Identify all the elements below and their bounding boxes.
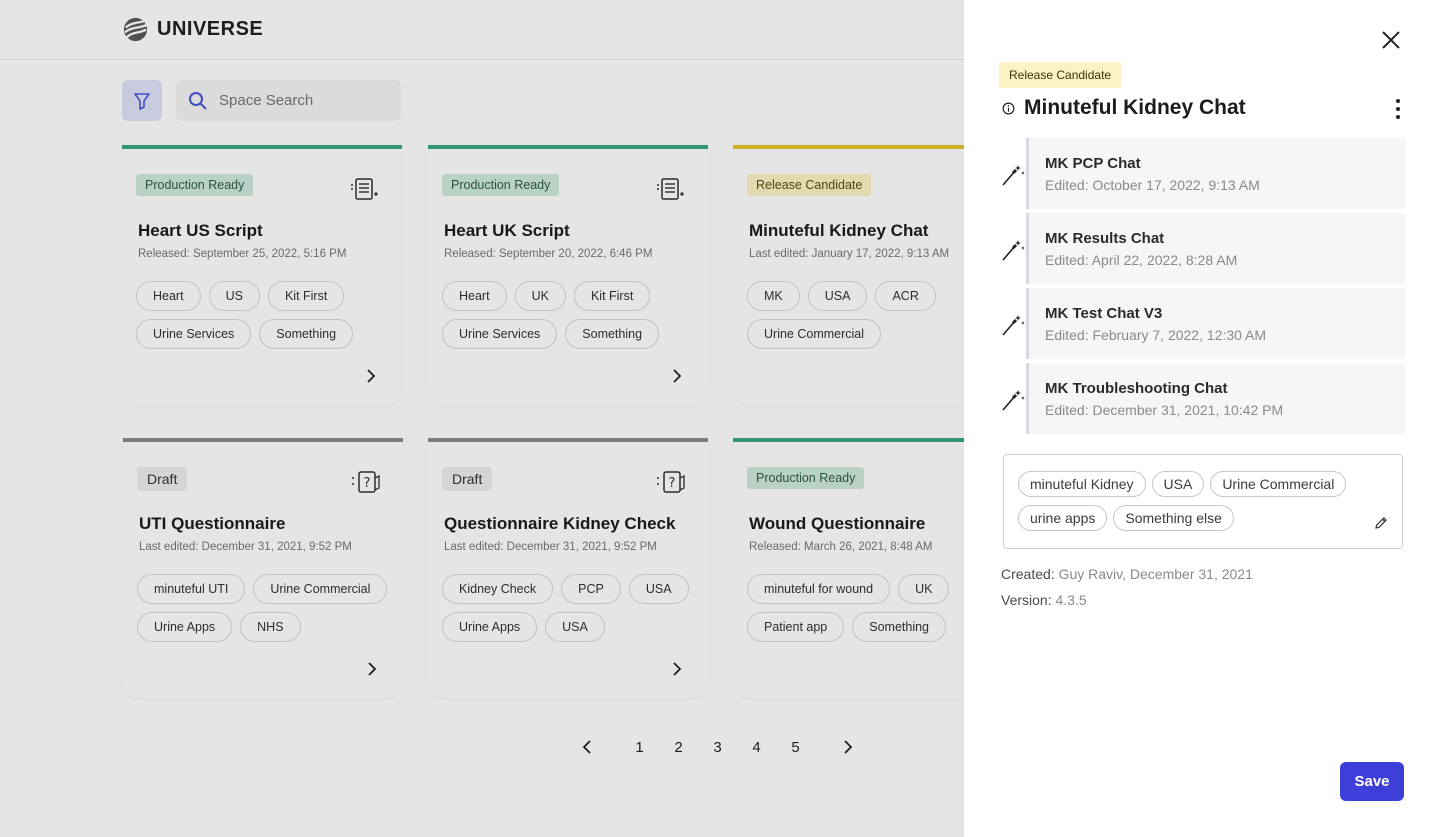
magic-wand-icon bbox=[1002, 165, 1025, 186]
version-value: 4.3.5 bbox=[1055, 592, 1087, 608]
chat-row: MK Test Chat V3 Edited: February 7, 2022… bbox=[1000, 288, 1406, 363]
magic-wand-icon bbox=[1002, 240, 1025, 261]
tag[interactable]: minuteful Kidney bbox=[1018, 471, 1146, 497]
chat-edited-date: Edited: October 17, 2022, 9:13 AM bbox=[1045, 177, 1260, 193]
chat-list: MK PCP Chat Edited: October 17, 2022, 9:… bbox=[1000, 138, 1406, 438]
chat-item[interactable]: MK Troubleshooting Chat Edited: December… bbox=[1026, 363, 1406, 434]
chat-row: MK PCP Chat Edited: October 17, 2022, 9:… bbox=[1000, 138, 1406, 213]
drawer-title-row: Minuteful Kidney Chat bbox=[1002, 96, 1246, 120]
details-drawer: Release Candidate Minuteful Kidney Chat … bbox=[964, 0, 1440, 837]
tag[interactable]: urine apps bbox=[1018, 505, 1108, 531]
version-info: Version: 4.3.5 bbox=[1001, 592, 1087, 608]
tag[interactable]: Urine Commercial bbox=[1210, 471, 1347, 497]
close-icon[interactable] bbox=[1380, 29, 1402, 51]
status-badge: Release Candidate bbox=[999, 62, 1122, 88]
chat-row: MK Troubleshooting Chat Edited: December… bbox=[1000, 363, 1406, 438]
chat-row: MK Results Chat Edited: April 22, 2022, … bbox=[1000, 213, 1406, 288]
more-options-icon[interactable] bbox=[1394, 99, 1402, 119]
save-button[interactable]: Save bbox=[1340, 762, 1404, 801]
tag[interactable]: Something else bbox=[1113, 505, 1234, 531]
created-value: Guy Raviv, December 31, 2021 bbox=[1058, 566, 1253, 582]
tag[interactable]: USA bbox=[1151, 471, 1205, 497]
drawer-title: Minuteful Kidney Chat bbox=[1024, 96, 1246, 119]
chat-edited-date: Edited: April 22, 2022, 8:28 AM bbox=[1045, 252, 1238, 268]
magic-wand-icon bbox=[1002, 315, 1025, 336]
chat-name: MK Results Chat bbox=[1045, 230, 1165, 247]
magic-wand-icon bbox=[1002, 390, 1025, 411]
tag-list: minuteful Kidney USA Urine Commercial ur… bbox=[1018, 471, 1368, 531]
info-icon[interactable] bbox=[1002, 102, 1015, 115]
version-label: Version: bbox=[1001, 592, 1052, 608]
chat-name: MK Troubleshooting Chat bbox=[1045, 380, 1228, 397]
chat-item[interactable]: MK Results Chat Edited: April 22, 2022, … bbox=[1026, 213, 1406, 284]
created-info: Created: Guy Raviv, December 31, 2021 bbox=[1001, 566, 1253, 582]
chat-item[interactable]: MK PCP Chat Edited: October 17, 2022, 9:… bbox=[1026, 138, 1406, 209]
created-label: Created: bbox=[1001, 566, 1055, 582]
chat-edited-date: Edited: February 7, 2022, 12:30 AM bbox=[1045, 327, 1267, 343]
chat-edited-date: Edited: December 31, 2021, 10:42 PM bbox=[1045, 402, 1284, 418]
tags-box: minuteful Kidney USA Urine Commercial ur… bbox=[1003, 454, 1403, 549]
chat-item[interactable]: MK Test Chat V3 Edited: February 7, 2022… bbox=[1026, 288, 1406, 359]
chat-name: MK Test Chat V3 bbox=[1045, 305, 1163, 322]
chat-name: MK PCP Chat bbox=[1045, 155, 1141, 172]
pencil-icon[interactable] bbox=[1374, 516, 1388, 530]
